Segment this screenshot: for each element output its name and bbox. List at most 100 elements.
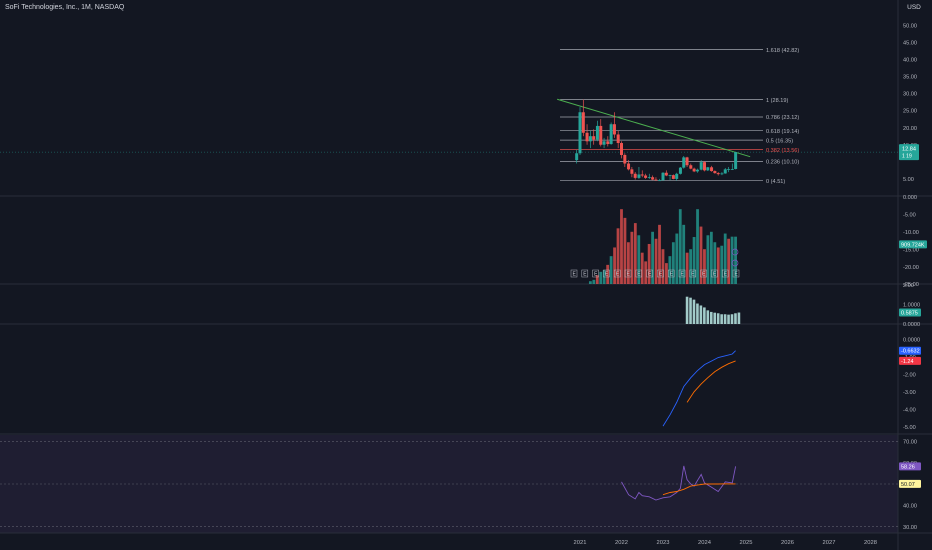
macd-series-line (662, 350, 736, 427)
candle-body (716, 173, 720, 175)
fib-level-label: 1 (28.19) (766, 98, 789, 104)
macd-series-line (686, 360, 736, 403)
currency-label[interactable]: USD (900, 4, 928, 11)
candle-body (668, 175, 672, 176)
volume-bar (647, 243, 651, 284)
y-tick-label: 0.0000 (903, 322, 920, 328)
oscillator-bar (720, 314, 723, 324)
volume-bar (613, 247, 616, 284)
time-axis-label: 2025 (740, 540, 753, 546)
y-tick-label: 50.00 (903, 23, 917, 29)
y-tick-label: 5.00 (903, 177, 914, 183)
candle-body (675, 173, 679, 179)
chart-canvas[interactable]: 50.0045.0040.0035.0030.0025.0020.0015.00… (0, 0, 932, 550)
candle-body (644, 175, 648, 178)
oscillator-bar (699, 305, 703, 324)
candle-body (713, 171, 717, 174)
candle-body (730, 168, 734, 170)
candle-body (699, 162, 703, 170)
volume-bar (720, 245, 724, 284)
fib-level-label: 0 (4.51) (766, 179, 785, 185)
oscillator-last-value: 0.5875 (901, 311, 918, 317)
macd-last-value: -1.24 (901, 359, 914, 365)
earnings-marker-label: E (735, 272, 739, 278)
oscillator-bar (737, 312, 741, 324)
candle-body (581, 112, 585, 133)
candle-body (671, 175, 675, 179)
candle-body (685, 157, 689, 166)
oscillator-bar (734, 313, 737, 324)
y-tick-label: 40.00 (903, 504, 917, 510)
oscillator-bar (723, 314, 727, 324)
candle-body (734, 152, 738, 169)
volume-bar (671, 242, 675, 284)
candle-body (633, 173, 637, 178)
volume-bar (713, 242, 717, 284)
volume-bar (716, 247, 720, 284)
time-axis-label: 2024 (698, 540, 712, 546)
earnings-marker-label: E (573, 272, 577, 278)
candle-body (720, 173, 724, 175)
candle-body (609, 124, 613, 145)
rsi-last-value: 58.26 (901, 464, 915, 470)
y-tick-label: -3.00 (903, 390, 916, 396)
oscillator-bar (727, 314, 730, 324)
oscillator-bar (713, 312, 717, 324)
earnings-marker-label: E (724, 272, 728, 278)
y-tick-label: 70.00 (903, 440, 917, 446)
y-tick-label: 2.00 (903, 283, 914, 289)
fib-level-label: 0.236 (10.10) (766, 160, 799, 166)
macd-last-value: -0.6632 (901, 349, 920, 355)
y-tick-label: 1.0000 (903, 303, 920, 309)
volume-bar (640, 252, 644, 284)
candle-body (578, 112, 582, 154)
candle-body (710, 167, 714, 172)
time-axis-label: 2027 (823, 540, 836, 546)
candle-body (575, 153, 579, 161)
candle-body (658, 180, 662, 182)
volume-bar (661, 249, 665, 284)
oscillator-bar (703, 307, 706, 324)
candle-body (592, 136, 596, 140)
fib-level-label: 0.618 (19.14) (766, 129, 799, 135)
oscillator-bar (685, 296, 689, 324)
candle-body (723, 169, 727, 174)
candle-body (706, 167, 710, 171)
candle-body (727, 168, 731, 170)
candle-body (695, 169, 699, 172)
candle-body (612, 124, 616, 135)
candle-body (637, 174, 641, 178)
oscillator-bar (696, 303, 699, 324)
candle-body (654, 179, 658, 181)
volume-bar (654, 238, 658, 284)
candle-body (616, 134, 620, 144)
oscillator-bar (689, 297, 692, 324)
candle-body (620, 143, 623, 155)
oscillator-bar (706, 310, 710, 324)
y-tick-label: 30.00 (903, 92, 917, 98)
volume-bar (689, 249, 693, 284)
volume-last-value: 909.724K (901, 242, 925, 248)
y-tick-label: 30.00 (903, 525, 917, 531)
candle-body (623, 154, 627, 164)
volume-bar (609, 256, 613, 284)
rsi-last-value: 50.07 (901, 482, 915, 488)
volume-bar (633, 223, 637, 284)
y-tick-label: -5.00 (903, 213, 916, 219)
candle-body (692, 168, 696, 172)
time-axis-label: 2023 (657, 540, 670, 546)
candle-body (651, 177, 655, 180)
y-tick-label: 25.00 (903, 109, 917, 115)
candle-body (588, 136, 592, 142)
oscillator-bar (692, 299, 696, 324)
volume-bar (627, 242, 630, 284)
y-tick-label: -20.00 (903, 265, 919, 271)
candle-body (630, 169, 634, 174)
oscillator-bar (730, 314, 734, 324)
candle-body (682, 157, 686, 168)
volume-bar (665, 263, 668, 284)
trendline (557, 98, 751, 158)
volume-bar (620, 209, 623, 284)
time-axis-label: 2028 (864, 540, 877, 546)
y-tick-label: 45.00 (903, 40, 917, 46)
